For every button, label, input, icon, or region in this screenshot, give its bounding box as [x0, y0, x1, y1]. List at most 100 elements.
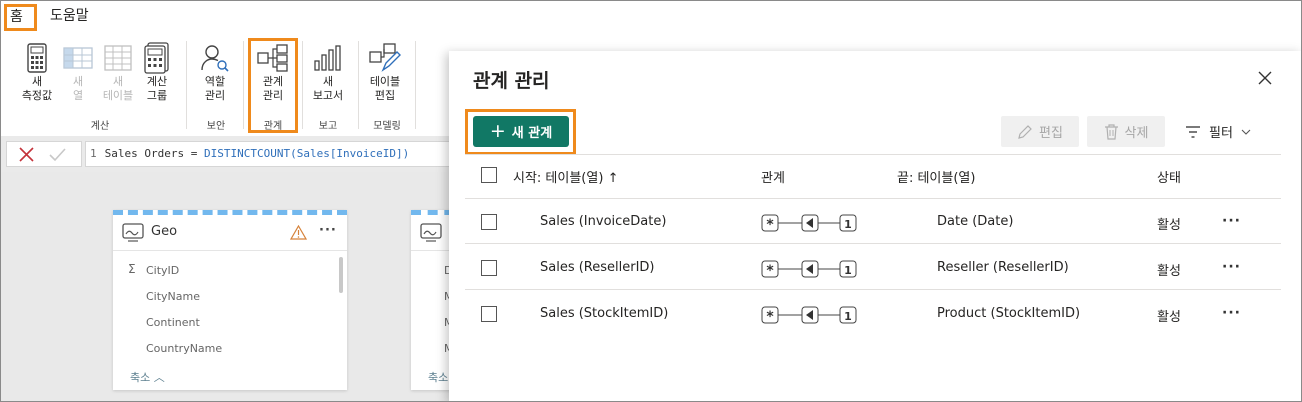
geo-table-card[interactable]: Geo ··· Σ CityID CityName Continent Coun… — [113, 210, 347, 390]
new-table-label-1: 새 — [112, 75, 124, 88]
manage-roles-label-2: 관리 — [204, 89, 226, 102]
formula-argument: (Sales[InvoiceID]) — [290, 147, 410, 160]
collapse-link[interactable]: 축소 ︿ — [130, 369, 165, 385]
new-report-button[interactable]: 새 보고서 — [306, 41, 350, 103]
collapse-label: 축소 — [130, 371, 151, 384]
new-report-label-1: 새 — [322, 75, 334, 88]
row-from[interactable]: Sales (ResellerID) — [540, 260, 655, 275]
new-column-label-2: 열 — [72, 89, 84, 102]
edit-tables-label-2: 편집 — [374, 89, 396, 102]
field-cityid[interactable]: CityID — [146, 264, 179, 277]
geo-table-header: Geo ··· — [113, 215, 347, 251]
new-relationship-button[interactable]: + 새 관계 — [473, 116, 569, 147]
cancel-icon[interactable] — [19, 147, 34, 162]
column-header-to: 끝: 테이블(열) — [897, 171, 976, 186]
chevron-down-icon — [1241, 129, 1251, 135]
row-from[interactable]: Sales (InvoiceDate) — [540, 214, 666, 229]
dialog-title: 관계 관리 — [473, 70, 550, 92]
tab-home[interactable]: 홈 — [4, 4, 37, 31]
row-status: 활성 — [1157, 310, 1181, 325]
commit-icon[interactable] — [49, 147, 66, 162]
manage-roles-button[interactable]: 역할 관리 — [193, 41, 237, 103]
divider — [465, 154, 1281, 155]
edit-button[interactable]: 편집 — [1001, 116, 1079, 147]
formula-line-number: 1 — [90, 147, 97, 160]
formula-bar: 1 Sales Orders = DISTINCTCOUNT(Sales[Invo… — [1, 136, 465, 172]
edit-tables-button[interactable]: 테이블 편집 — [363, 41, 407, 103]
sigma-icon: Σ — [128, 262, 136, 276]
table-icon — [420, 223, 442, 247]
filter-button[interactable]: 필터 — [1185, 116, 1251, 147]
delete-label: 삭제 — [1124, 126, 1149, 141]
calculation-group-button[interactable]: 계산 그룹 — [135, 41, 179, 103]
ribbon-separator — [302, 41, 303, 129]
second-collapse-link[interactable]: 축소 — [428, 369, 448, 385]
filter-label: 필터 — [1209, 126, 1233, 141]
edit-tables-icon — [363, 41, 407, 75]
new-column-label-1: 새 — [72, 75, 84, 88]
calculator-icon — [15, 41, 59, 75]
trash-icon — [1104, 123, 1118, 140]
many-label: * — [766, 217, 774, 233]
table-icon — [122, 223, 144, 247]
group-security: 보안 — [206, 121, 226, 132]
ribbon-separator — [243, 41, 244, 129]
column-header-from[interactable]: 시작: 테이블(열) ↑ — [513, 167, 618, 186]
field-cityname[interactable]: CityName — [146, 290, 200, 303]
more-options-icon[interactable]: ··· — [1222, 213, 1241, 229]
formula-function: DISTINCTCOUNT — [203, 147, 291, 160]
row-status: 활성 — [1157, 264, 1181, 279]
filter-icon — [1186, 125, 1200, 138]
row-from[interactable]: Sales (StockItemID) — [540, 306, 668, 321]
formula-equals: = — [190, 147, 198, 160]
close-icon[interactable] — [1256, 69, 1274, 87]
new-column-button[interactable]: 새 열 — [56, 41, 100, 103]
field-continent[interactable]: Continent — [146, 316, 200, 329]
chevron-up-icon: ︿ — [153, 371, 165, 384]
calculation-group-label-1: 계산 — [146, 75, 168, 88]
more-options-icon[interactable]: ··· — [1222, 305, 1241, 321]
edit-label: 편집 — [1039, 126, 1063, 141]
tab-help[interactable]: 도움말 — [43, 4, 96, 31]
new-table-label-2: 테이블 — [102, 89, 134, 102]
more-options-icon[interactable]: ··· — [1222, 259, 1241, 275]
geo-table-more-icon[interactable]: ··· — [319, 223, 337, 238]
one-label: 1 — [844, 310, 852, 323]
new-measure-button[interactable]: 새 측정값 — [15, 41, 59, 103]
new-measure-label-1: 새 — [31, 75, 43, 88]
roles-icon — [193, 41, 237, 75]
new-measure-label-2: 측정값 — [21, 89, 53, 102]
delete-button[interactable]: 삭제 — [1087, 116, 1165, 147]
field-scrollbar[interactable] — [339, 257, 343, 293]
menu-bar: 홈 도움말 — [1, 1, 1301, 33]
field-countryname[interactable]: CountryName — [146, 342, 222, 355]
many-label: * — [766, 263, 774, 279]
row-to[interactable]: Product (StockItemID) — [937, 306, 1080, 321]
sort-arrow-up-icon: ↑ — [607, 171, 619, 186]
row-checkbox[interactable] — [481, 214, 497, 230]
formula-measure: Sales Orders — [104, 147, 185, 160]
column-header-from-label: 시작: 테이블(열) — [513, 171, 604, 186]
group-reporting: 보고 — [318, 121, 338, 132]
model-canvas[interactable]: Geo ··· Σ CityID CityName Continent Coun… — [1, 172, 471, 401]
new-table-button[interactable]: 새 테이블 — [96, 41, 140, 103]
group-calculation: 계산 — [90, 121, 110, 132]
pencil-icon — [1018, 124, 1032, 139]
warning-icon[interactable] — [290, 225, 307, 240]
group-modeling: 모델링 — [373, 121, 401, 132]
divider — [465, 289, 1281, 290]
column-icon — [56, 41, 100, 75]
one-label: 1 — [844, 264, 852, 277]
formula-input[interactable]: 1 Sales Orders = DISTINCTCOUNT(Sales[Invo… — [85, 141, 465, 167]
row-to[interactable]: Reseller (ResellerID) — [937, 260, 1069, 275]
calculation-group-label-2: 그룹 — [146, 89, 168, 102]
divider — [465, 198, 1281, 199]
many-to-one-icon: * 1 — [761, 214, 857, 233]
calculation-group-icon — [135, 41, 179, 75]
select-all-checkbox[interactable] — [481, 167, 497, 183]
row-checkbox[interactable] — [481, 306, 497, 322]
manage-roles-label-1: 역할 — [204, 75, 226, 88]
row-to[interactable]: Date (Date) — [937, 214, 1013, 229]
row-checkbox[interactable] — [481, 260, 497, 276]
formula-actions — [6, 141, 82, 167]
